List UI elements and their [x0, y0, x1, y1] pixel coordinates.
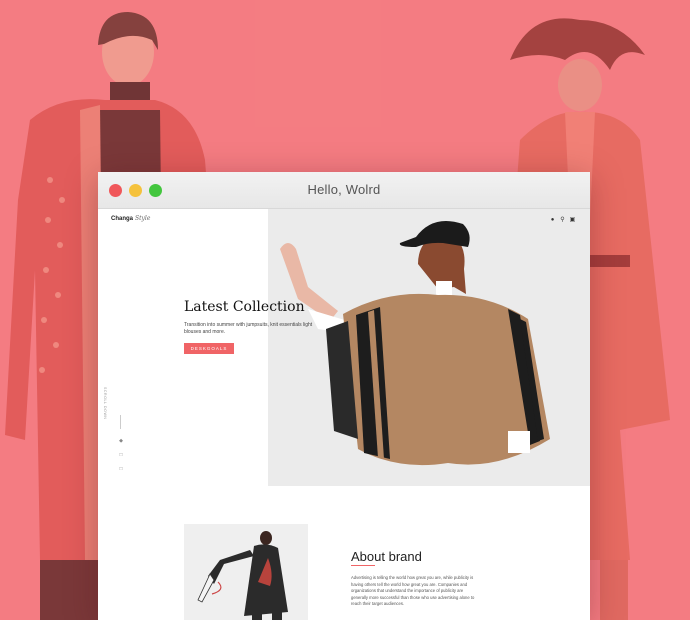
hero-subtitle: Transition into summer with jumpsuits, k…: [184, 322, 313, 335]
twitter-icon[interactable]: ◆: [118, 438, 124, 444]
linkedin-icon[interactable]: □: [118, 466, 124, 472]
about-image: [184, 524, 308, 620]
instagram-icon[interactable]: □: [118, 452, 124, 458]
window-titlebar[interactable]: Hello, Wolrd: [98, 172, 590, 209]
hero-image: [268, 209, 590, 486]
about-body: Advertising is telling the world how gre…: [351, 575, 475, 606]
hero-left-panel: [98, 209, 268, 486]
site-logo[interactable]: Changa Style: [111, 215, 150, 222]
hero-title: Latest Collection: [184, 299, 305, 315]
hero-model-illustration: [268, 209, 590, 486]
scroll-indicator-line: [120, 415, 121, 429]
about-model-illustration: [184, 524, 308, 620]
window-title: Hello, Wolrd: [307, 182, 381, 197]
about-title-underline: [351, 565, 375, 566]
scroll-down-label[interactable]: SCROLL DOWN: [103, 387, 107, 420]
search-icon[interactable]: ⚲: [559, 217, 566, 224]
about-title: About brand: [351, 549, 422, 564]
hero-cta-button[interactable]: DESKGOALS: [184, 343, 234, 354]
cart-icon[interactable]: ▣: [569, 217, 576, 224]
logo-brand: Changa: [111, 216, 134, 222]
logo-script: Style: [135, 215, 151, 222]
browser-window: Hello, Wolrd Changa Style ● ⚲ ▣ Latest C…: [98, 172, 590, 620]
user-icon[interactable]: ●: [549, 217, 556, 224]
